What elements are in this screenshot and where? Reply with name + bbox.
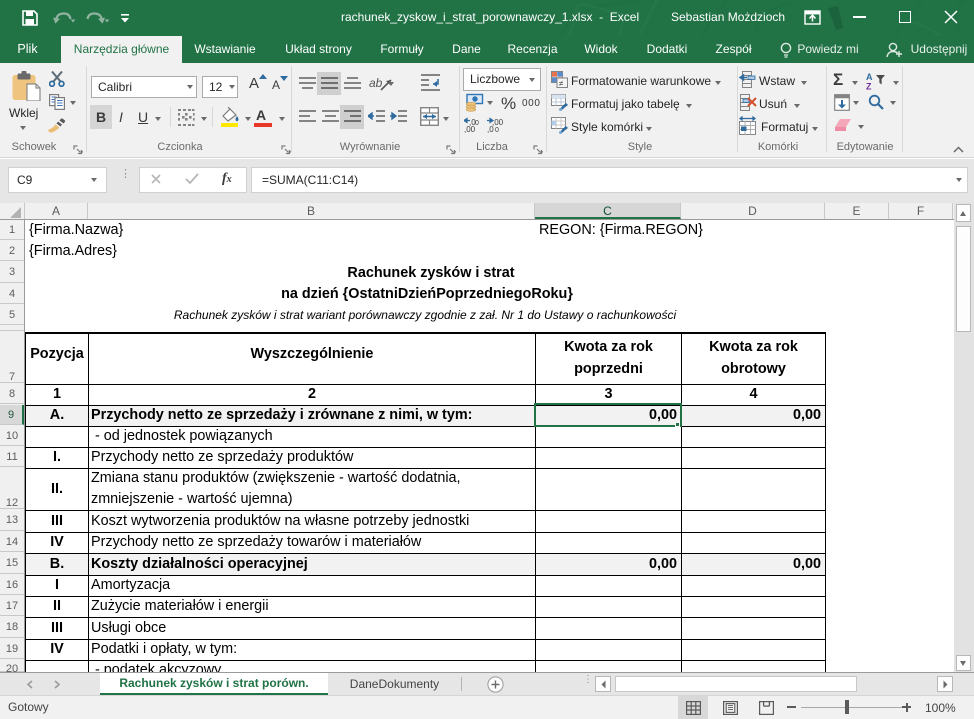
- svg-text:0: 0: [475, 120, 479, 127]
- svg-text:A: A: [866, 72, 873, 82]
- svg-text:≠: ≠: [559, 79, 564, 88]
- svg-text:ab: ab: [369, 76, 383, 90]
- svg-text:,0: ,0: [487, 125, 494, 133]
- svg-text:,00: ,00: [492, 118, 504, 127]
- svg-text:,00: ,00: [464, 125, 476, 133]
- svg-text:Z: Z: [866, 82, 872, 91]
- svg-text:0: 0: [495, 127, 499, 133]
